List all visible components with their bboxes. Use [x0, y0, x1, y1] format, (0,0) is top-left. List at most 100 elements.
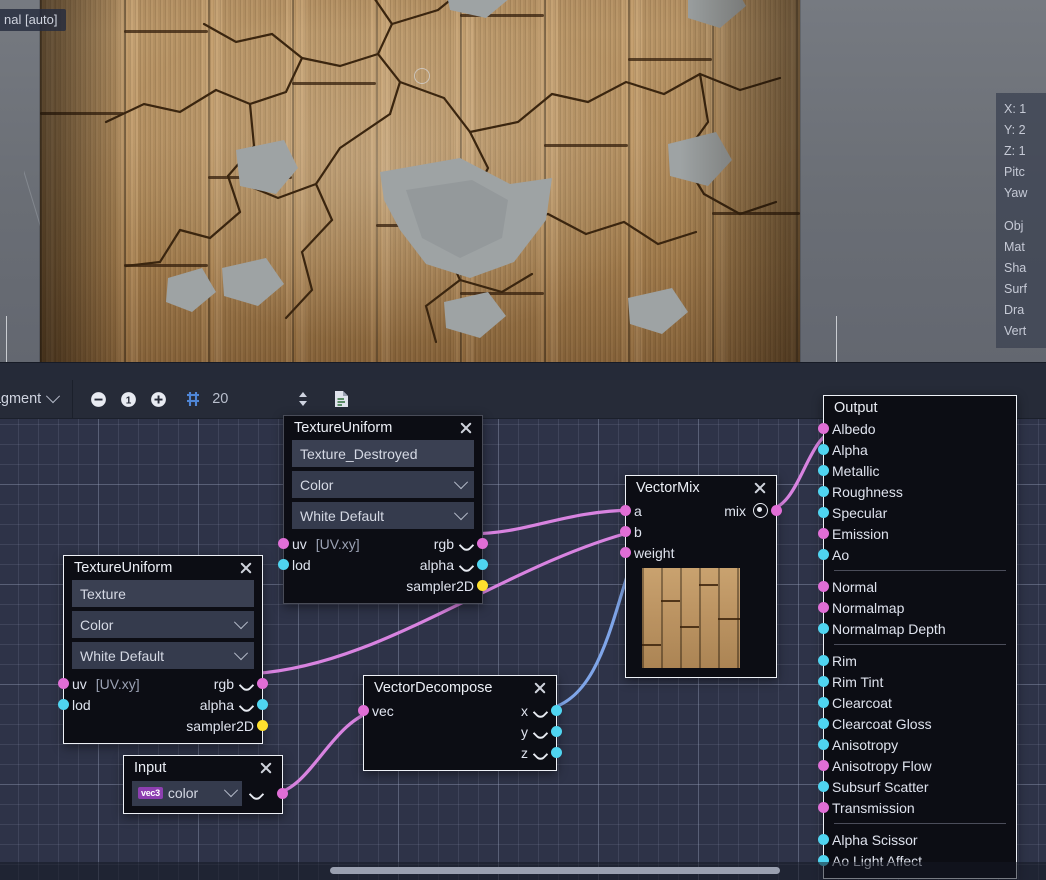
- grid-size-value[interactable]: 20: [212, 391, 264, 407]
- node-title-bar[interactable]: TextureUniform: [284, 416, 482, 440]
- output-slot-label: Alpha Scissor: [832, 832, 918, 848]
- output-port-rgb[interactable]: [257, 678, 268, 689]
- output-port-x[interactable]: [551, 705, 562, 716]
- visual-shader-graph[interactable]: ragment 1: [0, 380, 1046, 880]
- output-label-alpha-group: alpha: [200, 697, 254, 713]
- node-vector-mix[interactable]: VectorMix a mix b: [625, 475, 777, 678]
- close-icon[interactable]: [532, 680, 548, 696]
- port-row-z: z: [372, 742, 548, 763]
- show-generated-code-button[interactable]: [326, 384, 356, 414]
- output-port-alpha[interactable]: [257, 699, 268, 710]
- input-port-ao[interactable]: [818, 549, 829, 560]
- input-port-weight[interactable]: [620, 547, 631, 558]
- preview-seam: [680, 626, 699, 628]
- snap-step-stepper[interactable]: [288, 384, 318, 414]
- input-port-lod[interactable]: [58, 699, 69, 710]
- output-port-y[interactable]: [551, 726, 562, 737]
- output-port-sampler2d[interactable]: [257, 720, 268, 731]
- close-icon[interactable]: [258, 760, 274, 776]
- expand-output-icon[interactable]: [241, 680, 254, 688]
- output-label-sampler-group: sampler2D: [406, 578, 474, 594]
- input-port-clearcoat-gloss[interactable]: [818, 718, 829, 729]
- input-port-b[interactable]: [620, 526, 631, 537]
- output-label-sampler2d: sampler2D: [186, 718, 254, 734]
- expand-output-icon[interactable]: [241, 701, 254, 709]
- output-port-row: Roughness: [832, 481, 1008, 502]
- expand-output-icon[interactable]: [535, 728, 548, 736]
- input-port-metallic[interactable]: [818, 465, 829, 476]
- input-port-rim-tint[interactable]: [818, 676, 829, 687]
- input-port-lod[interactable]: [278, 559, 289, 570]
- input-port-vec[interactable]: [358, 705, 369, 716]
- uniform-name-field[interactable]: Texture_Destroyed: [292, 440, 474, 467]
- output-port-sampler2d[interactable]: [477, 580, 488, 591]
- input-port-a[interactable]: [620, 505, 631, 516]
- panel-separator[interactable]: [0, 362, 1046, 381]
- input-port-roughness[interactable]: [818, 486, 829, 497]
- input-port-emission[interactable]: [818, 528, 829, 539]
- default-texture-select[interactable]: White Default: [292, 502, 474, 529]
- output-port-alpha[interactable]: [477, 559, 488, 570]
- node-title-bar[interactable]: VectorMix: [626, 476, 776, 500]
- input-port-alpha[interactable]: [818, 444, 829, 455]
- default-texture-select[interactable]: White Default: [72, 642, 254, 669]
- input-source-select[interactable]: vec3 color: [132, 781, 242, 806]
- zoom-out-button[interactable]: [83, 384, 113, 414]
- input-port-alpha-scissor[interactable]: [818, 834, 829, 845]
- color-type-select[interactable]: Color: [72, 611, 254, 638]
- output-port-row: Rim: [832, 650, 1008, 671]
- input-port-normalmap-depth[interactable]: [818, 623, 829, 634]
- node-title-bar[interactable]: Input: [124, 756, 282, 780]
- node-vector-decompose[interactable]: VectorDecompose vec x y: [363, 675, 557, 771]
- graph-horizontal-scrollbar[interactable]: [0, 862, 1046, 880]
- input-port-subsurf-scatter[interactable]: [818, 781, 829, 792]
- expand-output-icon[interactable]: [251, 789, 264, 797]
- close-icon[interactable]: [752, 480, 768, 496]
- close-icon[interactable]: [238, 560, 254, 576]
- node-title-bar[interactable]: TextureUniform: [64, 556, 262, 580]
- output-label-y-group: y: [521, 724, 548, 740]
- snap-grid-toggle[interactable]: [178, 384, 208, 414]
- zoom-reset-button[interactable]: 1: [113, 384, 143, 414]
- node-title-bar[interactable]: Output: [824, 396, 1016, 418]
- node-texture-uniform-destroyed[interactable]: TextureUniform Texture_Destroyed Color W…: [283, 415, 483, 604]
- input-port-anisotropy-flow[interactable]: [818, 760, 829, 771]
- output-port-z[interactable]: [551, 747, 562, 758]
- port-row-input-select: vec3 color: [132, 780, 274, 806]
- close-icon[interactable]: [458, 420, 474, 436]
- node-texture-uniform-base[interactable]: TextureUniform Texture Color White Defau…: [63, 555, 263, 744]
- input-port-normalmap[interactable]: [818, 602, 829, 613]
- zoom-in-button[interactable]: [143, 384, 173, 414]
- color-type-select[interactable]: Color: [292, 471, 474, 498]
- expand-output-icon[interactable]: [461, 540, 474, 548]
- input-port-anisotropy[interactable]: [818, 739, 829, 750]
- shader-mode-dropdown[interactable]: ragment: [0, 391, 58, 407]
- input-source-value: color: [168, 785, 198, 801]
- input-port-clearcoat[interactable]: [818, 697, 829, 708]
- input-port-specular[interactable]: [818, 507, 829, 518]
- expand-output-icon[interactable]: [535, 707, 548, 715]
- output-port-row: Normalmap: [832, 597, 1008, 618]
- uniform-name-field[interactable]: Texture: [72, 580, 254, 607]
- input-port-albedo[interactable]: [818, 423, 829, 434]
- input-port-uv[interactable]: [58, 678, 69, 689]
- output-port-color[interactable]: [277, 788, 288, 799]
- output-label-x: x: [521, 703, 528, 719]
- node-output[interactable]: Output AlbedoAlphaMetallicRoughnessSpecu…: [823, 395, 1017, 879]
- node-title-bar[interactable]: VectorDecompose: [364, 676, 556, 700]
- 3d-viewport[interactable]: nal [auto] X: 1 Y: 2 Z: 1 Pitc Yaw Obj M…: [0, 0, 1046, 362]
- port-row-sampler2d: sampler2D: [72, 715, 254, 736]
- output-port-rgb[interactable]: [477, 538, 488, 549]
- output-port-mix[interactable]: [771, 505, 782, 516]
- input-port-rim[interactable]: [818, 655, 829, 666]
- preview-eye-icon[interactable]: [753, 503, 768, 518]
- output-slot-label: Transmission: [832, 800, 915, 816]
- expand-output-icon[interactable]: [461, 561, 474, 569]
- scrollbar-thumb[interactable]: [330, 867, 780, 874]
- expand-output-icon[interactable]: [535, 749, 548, 757]
- input-port-transmission[interactable]: [818, 802, 829, 813]
- input-port-normal[interactable]: [818, 581, 829, 592]
- input-port-uv[interactable]: [278, 538, 289, 549]
- node-input-color[interactable]: Input vec3 color: [123, 755, 283, 814]
- input-source-value-group: vec3 color: [138, 785, 198, 801]
